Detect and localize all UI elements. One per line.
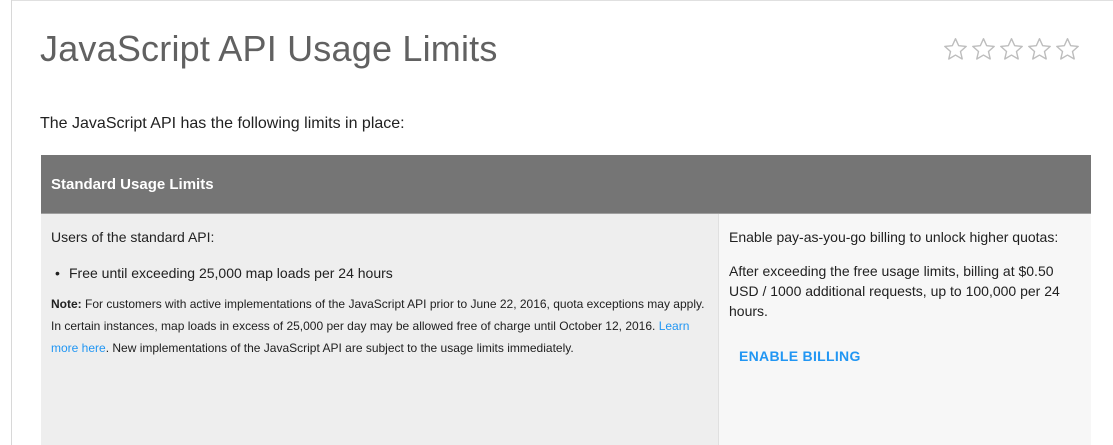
page: JavaScript API Usage Limits The JavaScri… (0, 0, 1113, 445)
top-divider (11, 0, 1113, 1)
table-row: Users of the standard API: Free until ex… (41, 213, 1091, 445)
star-icon[interactable] (970, 36, 997, 62)
limits-list: Free until exceeding 25,000 map loads pe… (51, 263, 708, 283)
standard-limits-cell: Users of the standard API: Free until ex… (41, 214, 719, 445)
table-header: Standard Usage Limits (41, 155, 1091, 213)
star-icon[interactable] (1026, 36, 1053, 62)
left-divider (11, 0, 12, 445)
star-icon[interactable] (1054, 36, 1081, 62)
usage-limits-table: Standard Usage Limits Users of the stand… (41, 155, 1091, 445)
billing-cell: Enable pay-as-you-go billing to unlock h… (719, 214, 1091, 445)
intro-text: The JavaScript API has the following lim… (40, 115, 405, 132)
star-icon[interactable] (998, 36, 1025, 62)
billing-rate-text: After exceeding the free usage limits, b… (729, 263, 1060, 319)
note-text: For customers with active implementation… (51, 297, 705, 333)
note-label: Note: (51, 297, 82, 311)
page-title: JavaScript API Usage Limits (40, 28, 498, 69)
table-header-label: Standard Usage Limits (51, 175, 214, 193)
billing-intro-text: Enable pay-as-you-go billing to unlock h… (729, 229, 1059, 245)
users-label: Users of the standard API: (51, 229, 215, 245)
star-rating[interactable] (942, 36, 1081, 62)
list-item: Free until exceeding 25,000 map loads pe… (51, 263, 708, 283)
enable-billing-button[interactable]: ENABLE BILLING (739, 348, 861, 364)
note-text-end: . New implementations of the JavaScript … (105, 341, 574, 355)
note-paragraph: Note: For customers with active implemen… (51, 293, 711, 359)
star-icon[interactable] (942, 36, 969, 62)
